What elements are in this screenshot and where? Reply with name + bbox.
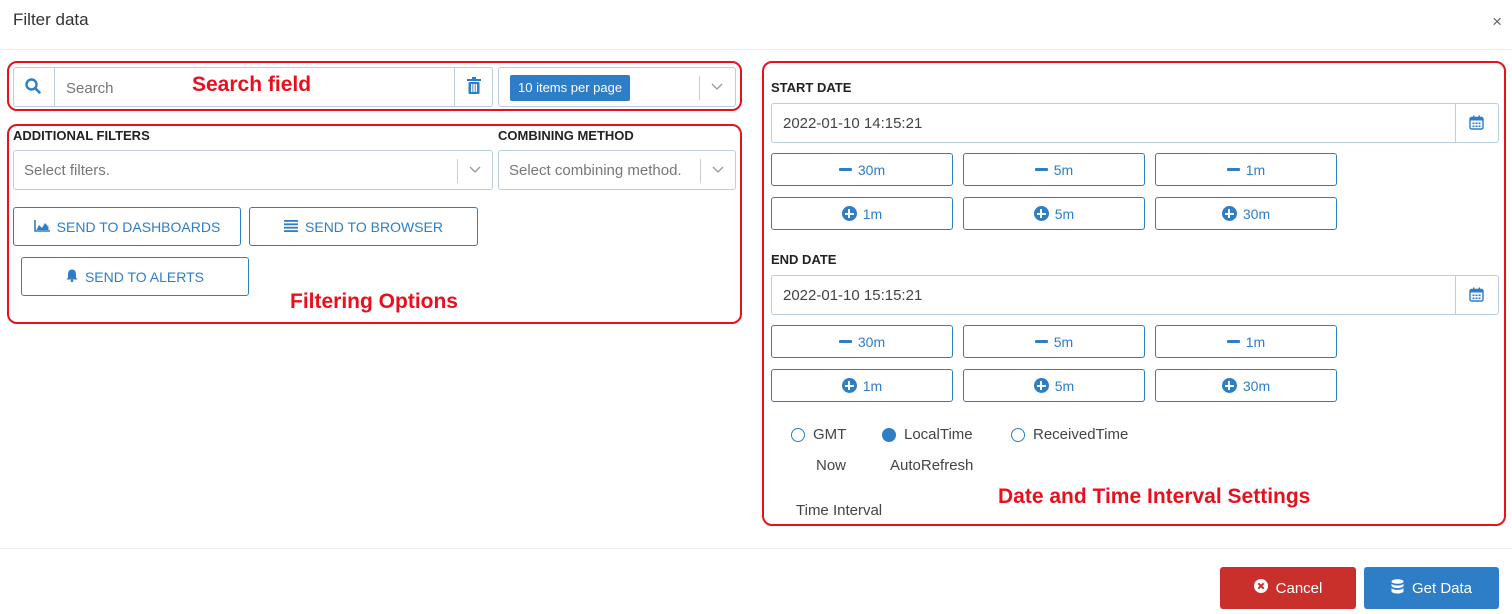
dialog-title: Filter data bbox=[13, 10, 89, 29]
datetime-highlight bbox=[762, 61, 1506, 526]
search-annotation: Search field bbox=[192, 73, 312, 96]
get-data-button[interactable]: Get Data bbox=[1364, 567, 1499, 609]
dialog-header: Filter data × bbox=[0, 0, 1512, 50]
filter-data-dialog: Filter data × 10 items per page Search f… bbox=[0, 0, 1512, 614]
times-circle-icon bbox=[1253, 579, 1268, 597]
datetime-annotation: Date and Time Interval Settings bbox=[998, 485, 1311, 508]
cancel-label: Cancel bbox=[1275, 579, 1323, 597]
search-highlight bbox=[7, 61, 742, 111]
dialog-footer: Cancel Get Data bbox=[0, 548, 1512, 614]
get-data-label: Get Data bbox=[1411, 579, 1473, 597]
filtering-annotation: Filtering Options bbox=[290, 290, 458, 313]
database-icon bbox=[1391, 578, 1404, 598]
close-icon[interactable]: × bbox=[1492, 12, 1502, 32]
cancel-button[interactable]: Cancel bbox=[1220, 567, 1356, 609]
